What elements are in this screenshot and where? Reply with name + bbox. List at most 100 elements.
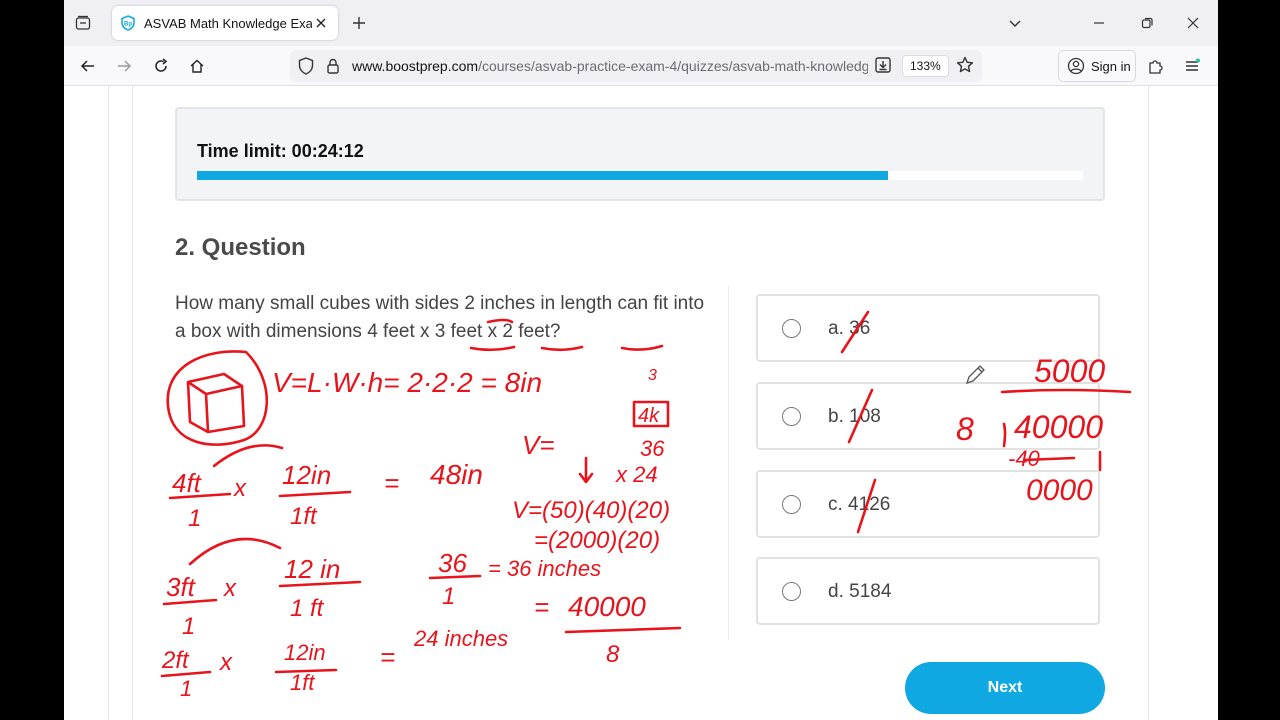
app-menu-icon[interactable] (1180, 54, 1204, 78)
time-limit-label: Time limit: 00:24:12 (197, 141, 364, 161)
radio-button[interactable] (782, 495, 801, 514)
list-tabs-chevron-icon[interactable] (1002, 10, 1028, 36)
cube-sketch (186, 372, 246, 434)
reload-icon[interactable] (149, 54, 173, 78)
arc-1 (212, 444, 284, 468)
ink-denom-1a: 1 (188, 505, 201, 532)
box-4k (632, 400, 670, 428)
back-arrow-icon[interactable] (76, 54, 100, 78)
boostprep-favicon-icon: Bp (120, 15, 136, 31)
next-button[interactable]: Next (905, 662, 1105, 714)
ink-times-c: x (219, 649, 233, 676)
long-division-sub-line (1022, 456, 1076, 462)
ink-v-product: V=(50)(40)(20) (512, 497, 670, 524)
ink-2ft: 2ft (161, 647, 190, 674)
close-tab-icon[interactable] (312, 14, 330, 32)
underline-feet-1 (469, 345, 516, 352)
answer-option-a[interactable]: a. 36 (756, 294, 1100, 362)
underline-feet-3 (620, 344, 664, 351)
ink-12in-b: 12 in (284, 554, 340, 584)
browser-window: Bp ASVAB Math Knowledge Exam 4 (64, 0, 1218, 720)
answer-option-c[interactable]: c. 4126 (756, 470, 1100, 538)
download-page-icon[interactable] (874, 56, 892, 79)
bookmark-star-icon[interactable] (956, 56, 974, 79)
radio-button[interactable] (782, 582, 801, 601)
pencil-cursor-icon (964, 362, 988, 391)
page-border-right (1148, 86, 1149, 720)
answer-label: b. 108 (828, 406, 881, 427)
arrow-down-1 (578, 456, 594, 484)
active-tab[interactable]: Bp ASVAB Math Knowledge Exam 4 (112, 6, 338, 40)
ink-40000: 40000 (568, 591, 646, 622)
sign-in-button[interactable]: Sign in (1058, 50, 1136, 82)
column-divider (728, 286, 729, 640)
tab-list-icon[interactable] (72, 12, 94, 34)
ink-times-a: x (233, 475, 247, 502)
underline-feet-2 (540, 345, 584, 352)
close-window-icon[interactable] (1180, 10, 1206, 36)
fraction-bar-12in-a (278, 490, 352, 498)
svg-text:Bp: Bp (124, 22, 132, 28)
url-text[interactable]: www.boostprep.com/courses/asvab-practice… (352, 58, 868, 74)
ink-denom-1c: 1 (442, 583, 455, 610)
ink-12in-c: 12in (284, 640, 326, 665)
ink-denom-8: 8 (606, 641, 620, 668)
ink-24-inches: 24 inches (413, 626, 508, 651)
ink-exponent: 3 (648, 367, 657, 384)
question-text: How many small cubes with sides 2 inches… (175, 293, 705, 342)
fraction-bar-2ft (160, 670, 212, 678)
quiz-page: Time limit: 00:24:12 2. Question How man… (64, 86, 1218, 720)
ink-1ft-a: 1ft (290, 503, 318, 530)
ink-36: 36 (640, 436, 665, 461)
tab-strip: Bp ASVAB Math Knowledge Exam 4 (64, 0, 1218, 46)
ink-36-inches: = 36 inches (488, 556, 601, 581)
tracking-shield-icon[interactable] (298, 57, 314, 80)
answer-label: a. 36 (828, 318, 871, 339)
answer-option-d[interactable]: d. 5184 (756, 557, 1100, 625)
ink-4ft: 4ft (172, 468, 203, 498)
circle-around-cube (166, 350, 269, 446)
answer-label: d. 5184 (828, 581, 892, 602)
forward-arrow-icon[interactable] (112, 54, 136, 78)
page-border-left (108, 86, 109, 720)
ink-eq-24: = (380, 642, 395, 672)
ink-eq-48: = (384, 468, 399, 498)
fraction-bar-40000 (564, 626, 682, 634)
navigation-toolbar: www.boostprep.com/courses/asvab-practice… (64, 46, 1218, 86)
answer-label: c. 4126 (828, 494, 891, 515)
answer-option-b[interactable]: b. 108 (756, 382, 1100, 450)
minimize-icon[interactable] (1086, 10, 1112, 36)
ink-times-24: x 24 (615, 462, 658, 487)
new-tab-icon[interactable] (348, 12, 370, 34)
zoom-level-badge[interactable]: 133% (902, 55, 949, 77)
extensions-puzzle-icon[interactable] (1144, 54, 1168, 78)
question-heading: 2. Question (175, 234, 306, 261)
url-bar[interactable]: www.boostprep.com/courses/asvab-practice… (290, 50, 982, 82)
fraction-bar-36 (428, 574, 482, 580)
tab-title: ASVAB Math Knowledge Exam 4 (144, 15, 312, 31)
home-icon[interactable] (185, 54, 209, 78)
time-progress-fill (197, 171, 889, 180)
ink-eq-40000: = (534, 592, 549, 622)
ink-frac-36: 36 (438, 548, 467, 578)
lock-icon[interactable] (326, 57, 340, 80)
ink-volume-formula: V=L·W·h= 2·2·2 = 8in (272, 367, 542, 398)
arc-2 (188, 537, 282, 566)
ink-v-label: V= (522, 430, 555, 460)
ink-denom-1b: 1 (182, 613, 195, 640)
fraction-bar-4ft (168, 492, 232, 500)
ink-1ft-c: 1ft (290, 670, 315, 695)
ink-times-b: x (223, 575, 237, 602)
radio-button[interactable] (782, 319, 801, 338)
radio-button[interactable] (782, 407, 801, 426)
ink-boxed-number: 4k (638, 405, 660, 427)
page-border-left-inner (132, 86, 133, 720)
time-limit-panel: Time limit: 00:24:12 (175, 107, 1105, 201)
time-progress-track (197, 171, 1083, 180)
restore-icon[interactable] (1134, 10, 1160, 36)
ink-3ft: 3ft (166, 572, 197, 602)
fraction-bar-12in-b (278, 580, 362, 588)
fraction-bar-12in-c (274, 668, 338, 674)
ink-product-2: =(2000)(20) (534, 527, 660, 554)
ink-denom-1d: 1 (180, 676, 192, 701)
